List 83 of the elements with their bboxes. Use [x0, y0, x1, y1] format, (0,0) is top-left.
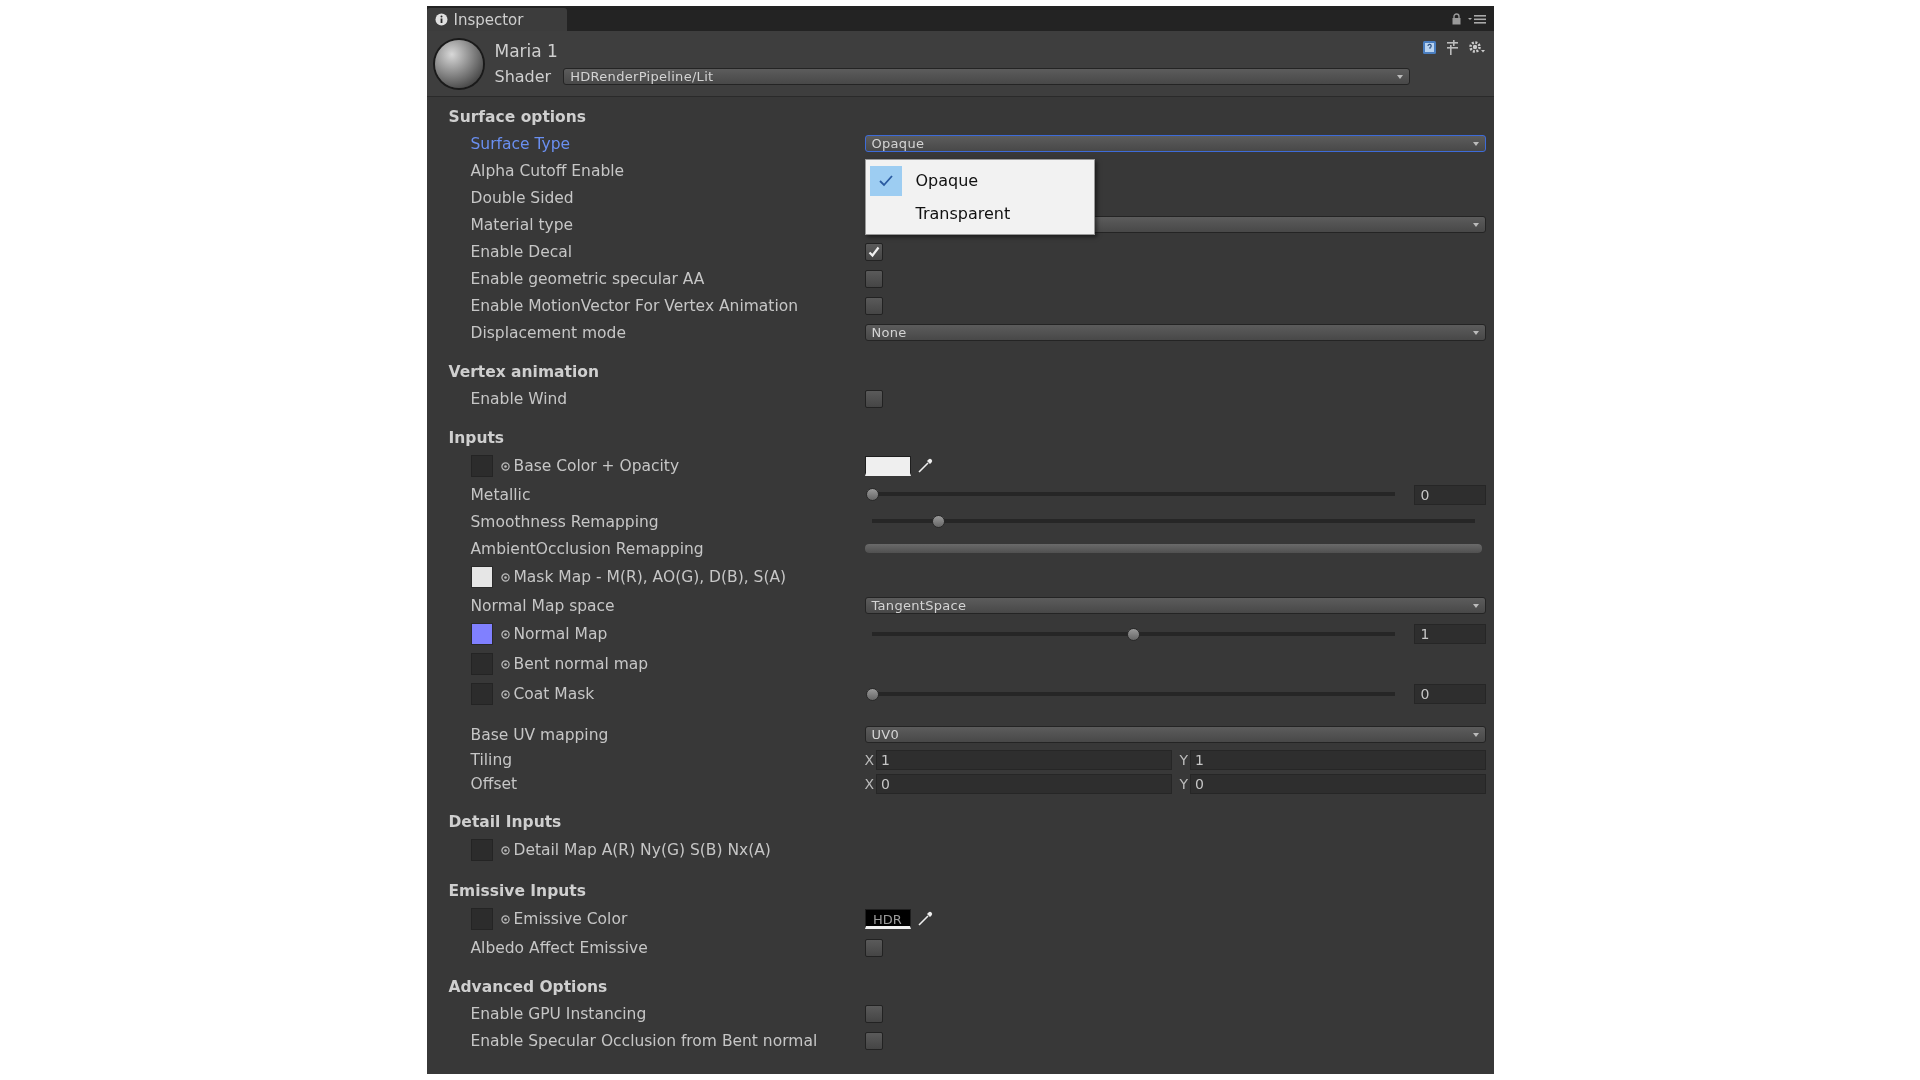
section-header: Vertex animation	[448, 362, 599, 381]
dropdown[interactable]: UV0	[864, 726, 1486, 743]
property-label: Normal Map	[513, 625, 608, 643]
number-field[interactable]: 0	[1190, 774, 1486, 794]
property-label: Enable Decal	[470, 242, 573, 261]
number-field[interactable]: 0	[1413, 684, 1486, 704]
object-picker-icon[interactable]	[500, 659, 510, 669]
dropdown[interactable]: TangentSpace	[864, 597, 1486, 614]
object-picker-icon[interactable]	[500, 914, 510, 924]
property-label: Enable geometric specular AA	[470, 269, 705, 288]
section-header: Detail Inputs	[448, 812, 562, 831]
object-picker-icon[interactable]	[500, 629, 510, 639]
property-label: Enable MotionVector For Vertex Animation	[470, 296, 798, 315]
property-label: Enable GPU Instancing	[470, 1004, 647, 1023]
help-book-icon[interactable]	[1421, 40, 1437, 55]
property-label: Enable Specular Occlusion from Bent normal	[470, 1031, 818, 1050]
checkbox[interactable]	[864, 1031, 883, 1050]
dropdown[interactable]: None	[864, 324, 1486, 341]
property-label: Normal Map space	[470, 596, 615, 615]
tab-title: Inspector	[453, 10, 524, 29]
section-header: Advanced Options	[448, 977, 608, 996]
checkbox[interactable]	[864, 938, 883, 957]
checkbox[interactable]	[864, 269, 883, 288]
property-label: Displacement mode	[470, 323, 626, 342]
dropdown[interactable]: Opaque	[864, 135, 1486, 152]
number-field[interactable]: 0	[876, 774, 1172, 794]
number-field[interactable]: 1	[876, 750, 1172, 770]
property-label: Material type	[470, 215, 574, 234]
material-name: Maria 1	[494, 41, 559, 61]
property-label: Surface Type	[470, 134, 571, 153]
property-label: Metallic	[470, 485, 531, 504]
axis-label: X	[864, 776, 875, 792]
property-label: Tiling	[470, 751, 513, 769]
section-header: Emissive Inputs	[448, 881, 586, 900]
property-label: AmbientOcclusion Remapping	[470, 539, 704, 558]
eyedropper-icon[interactable]	[916, 458, 933, 474]
property-label: Coat Mask	[513, 685, 595, 703]
menu-item[interactable]: Transparent	[865, 197, 1094, 230]
shader-dropdown[interactable]: HDRenderPipeline/Lit	[563, 68, 1410, 85]
material-sphere-preview	[434, 39, 483, 88]
property-label: Emissive Color	[513, 910, 628, 928]
property-label: Base UV mapping	[470, 725, 609, 744]
checkbox[interactable]	[864, 389, 883, 408]
property-label: Offset	[470, 775, 518, 793]
axis-label: Y	[1179, 752, 1189, 768]
settings-icon[interactable]	[1467, 40, 1486, 55]
lock-icon[interactable]	[1450, 13, 1462, 25]
number-field[interactable]: 0	[1413, 484, 1486, 505]
preset-sliders-icon[interactable]	[1444, 40, 1460, 55]
object-picker-icon[interactable]	[500, 572, 510, 582]
inspector-tab[interactable]: Inspector	[426, 8, 567, 31]
section-header: Surface options	[448, 107, 587, 126]
property-label: Smoothness Remapping	[470, 512, 659, 531]
property-label: Albedo Affect Emissive	[470, 938, 648, 957]
property-label: Base Color + Opacity	[513, 457, 680, 475]
eyedropper-icon[interactable]	[916, 911, 933, 927]
section-header: Inputs	[448, 428, 505, 447]
shader-label: Shader	[494, 67, 552, 86]
property-label: Detail Map A(R) Ny(G) S(B) Nx(A)	[513, 841, 771, 859]
color-swatch[interactable]: HDR	[864, 909, 911, 929]
property-label: Bent normal map	[513, 655, 649, 673]
property-label: Alpha Cutoff Enable	[470, 161, 625, 180]
texture-thumbnail[interactable]	[470, 566, 493, 588]
number-field[interactable]: 1	[1190, 750, 1486, 770]
object-picker-icon[interactable]	[500, 461, 510, 471]
property-label: Double Sided	[470, 188, 574, 207]
property-label: Mask Map - M(R), AO(G), D(B), S(A)	[513, 568, 787, 586]
axis-label: Y	[1179, 776, 1189, 792]
checkbox[interactable]	[864, 1004, 883, 1023]
color-swatch[interactable]	[864, 456, 911, 476]
number-field[interactable]: 1	[1413, 624, 1486, 644]
menu-icon[interactable]	[1467, 14, 1486, 24]
property-label: Enable Wind	[470, 389, 568, 408]
checkbox[interactable]	[864, 296, 883, 315]
object-picker-icon[interactable]	[500, 845, 510, 855]
axis-label: X	[864, 752, 875, 768]
range-slider[interactable]	[864, 544, 1482, 553]
menu-item[interactable]: Opaque	[865, 164, 1094, 197]
texture-thumbnail[interactable]	[470, 623, 493, 645]
checkmark-icon	[877, 174, 894, 187]
info-icon	[434, 13, 448, 26]
object-picker-icon[interactable]	[500, 689, 510, 699]
checkbox[interactable]	[864, 242, 883, 261]
